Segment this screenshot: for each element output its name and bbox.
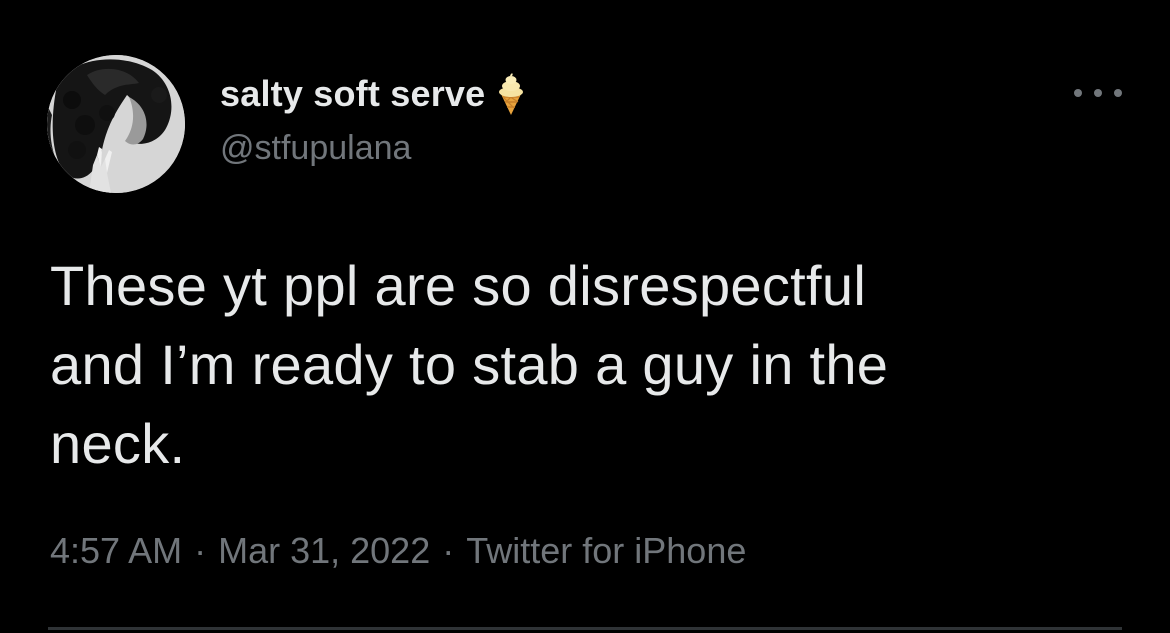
tweet-source[interactable]: Twitter for iPhone xyxy=(466,530,746,572)
soft-serve-ice-cream-icon xyxy=(495,72,527,116)
display-name-row: salty soft serve xyxy=(220,72,527,116)
tweet-text: These yt ppl are so disrespectful and I’… xyxy=(50,246,1110,483)
tweet-text-line: and I’m ready to stab a guy in the xyxy=(50,333,889,396)
tweet-time[interactable]: 4:57 AM xyxy=(50,530,182,572)
tweet-text-line: neck. xyxy=(50,412,186,475)
avatar-image xyxy=(47,55,185,193)
display-name[interactable]: salty soft serve xyxy=(220,73,485,115)
separator: · xyxy=(442,530,455,571)
separator: · xyxy=(194,530,207,571)
more-dot-icon xyxy=(1094,89,1102,97)
avatar[interactable] xyxy=(47,55,185,193)
divider xyxy=(48,627,1122,630)
more-dot-icon xyxy=(1114,89,1122,97)
more-dot-icon xyxy=(1074,89,1082,97)
tweet-date[interactable]: Mar 31, 2022 xyxy=(218,530,430,572)
more-options-button[interactable] xyxy=(1074,80,1122,106)
tweet-text-line: These yt ppl are so disrespectful xyxy=(50,254,867,317)
user-info: salty soft serve @stfupulana xyxy=(220,72,527,168)
user-handle[interactable]: @stfupulana xyxy=(220,129,527,168)
tweet-metadata: 4:57 AM · Mar 31, 2022 · Twitter for iPh… xyxy=(50,530,746,572)
tweet-card: salty soft serve @stfupulana These yt pp… xyxy=(0,0,1170,633)
